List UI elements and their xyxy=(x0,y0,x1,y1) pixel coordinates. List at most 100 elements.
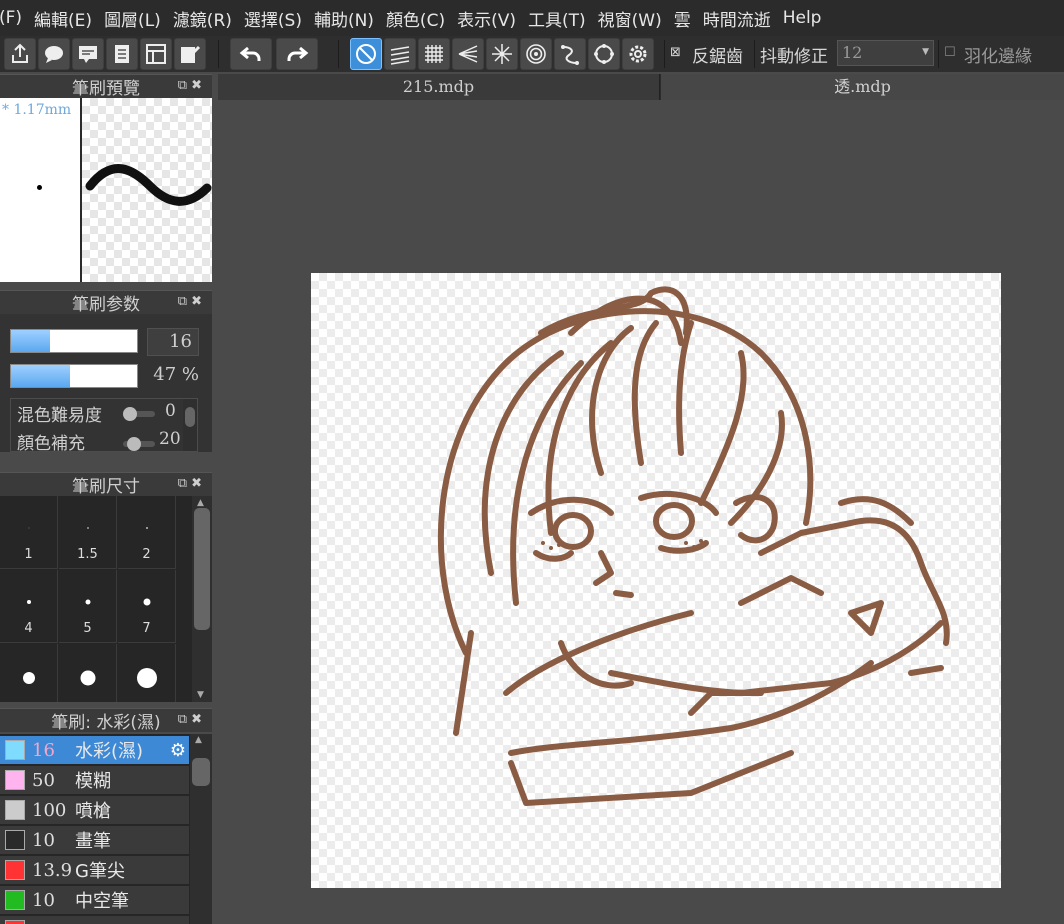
menu-window[interactable]: 視窗(W) xyxy=(598,6,674,31)
stabilizer-select[interactable]: 12 ▼ xyxy=(837,40,934,66)
menu-color[interactable]: 顏色(C) xyxy=(386,6,457,31)
edit-icon[interactable] xyxy=(174,38,206,70)
redo-icon[interactable] xyxy=(276,38,318,70)
size-value: 16 xyxy=(169,331,192,352)
size-slider[interactable] xyxy=(10,329,138,353)
fill-label: 顏色補充 xyxy=(17,434,85,452)
panel-buttons: ⧉✖ xyxy=(178,294,206,309)
slider-knob[interactable] xyxy=(127,437,141,451)
menu-filter[interactable]: 濾鏡(R) xyxy=(173,6,244,31)
menu-help[interactable]: Help xyxy=(783,8,834,28)
slider-fill xyxy=(11,365,70,387)
size-cell[interactable]: 7 xyxy=(118,570,176,643)
menu-edit[interactable]: 編輯(E) xyxy=(34,6,104,31)
brush-item[interactable]: 10 畫筆 xyxy=(0,826,189,855)
concentric-snap-icon[interactable] xyxy=(520,38,552,70)
comment-icon[interactable] xyxy=(72,38,104,70)
document-icon[interactable] xyxy=(106,38,138,70)
panel-buttons: ⧉✖ xyxy=(178,78,206,93)
snap-off-icon[interactable] xyxy=(350,38,382,70)
scroll-thumb[interactable] xyxy=(185,407,195,427)
chevron-up-icon[interactable]: ▲ xyxy=(197,498,204,508)
curve-snap-icon[interactable] xyxy=(554,38,586,70)
popout-icon[interactable]: ⧉ xyxy=(178,78,191,93)
chevron-up-icon[interactable]: ▲ xyxy=(195,735,202,745)
radial-snap-icon[interactable] xyxy=(486,38,518,70)
size-dot xyxy=(86,527,89,529)
antialias-label: 反鋸齒 xyxy=(692,47,743,67)
tab-transparent[interactable]: 透.mdp xyxy=(661,74,1064,100)
popout-icon[interactable]: ⧉ xyxy=(178,712,191,727)
size-cell[interactable]: 4 xyxy=(0,570,58,643)
size-label: 1.5 xyxy=(77,547,98,562)
menu-timelapse[interactable]: 時間流逝 xyxy=(703,6,783,31)
brush-swatch xyxy=(5,800,25,820)
opacity-slider[interactable] xyxy=(10,364,138,388)
blend-slider[interactable] xyxy=(123,407,155,421)
menu-select[interactable]: 選擇(S) xyxy=(244,6,314,31)
scroll-thumb[interactable] xyxy=(192,758,210,786)
undo-icon[interactable] xyxy=(230,38,272,70)
close-icon[interactable]: ✖ xyxy=(191,476,206,491)
feather-checkbox[interactable]: ☐ xyxy=(944,45,956,60)
size-label: 1 xyxy=(24,547,33,562)
size-cell[interactable] xyxy=(0,644,58,702)
param-scrollbar[interactable] xyxy=(183,399,197,451)
size-cell[interactable]: 1.5 xyxy=(59,496,117,569)
drawing-canvas[interactable] xyxy=(311,273,1001,888)
size-cell[interactable]: 5 xyxy=(59,570,117,643)
size-scrollbar[interactable]: ▲ ▼ xyxy=(192,496,212,702)
toolbar: ⊠ 反鋸齒 抖動修正 12 ▼ ☐ 羽化邊緣 xyxy=(0,36,1064,72)
size-cell[interactable]: 2 xyxy=(118,496,176,569)
opacity-value: 47 % xyxy=(153,364,199,385)
close-icon[interactable]: ✖ xyxy=(191,712,206,727)
brush-list-scrollbar[interactable]: ▲ xyxy=(190,734,212,924)
brush-item[interactable] xyxy=(0,916,189,924)
brush-item[interactable]: 10 中空筆 xyxy=(0,886,189,915)
close-icon[interactable]: ✖ xyxy=(191,294,206,309)
gear-icon[interactable]: ⚙ xyxy=(170,740,186,761)
size-cell[interactable] xyxy=(59,644,117,702)
antialias-checkbox[interactable]: ⊠ xyxy=(670,45,681,60)
grid-snap-icon[interactable] xyxy=(418,38,450,70)
circle-snap-icon[interactable] xyxy=(588,38,620,70)
scroll-thumb[interactable] xyxy=(194,508,210,630)
size-input[interactable]: 16 xyxy=(147,328,199,356)
menu-tool[interactable]: 工具(T) xyxy=(528,6,598,31)
speech-bubble-icon[interactable] xyxy=(38,38,70,70)
menu-view[interactable]: 表示(V) xyxy=(457,6,528,31)
brush-item[interactable]: 100 噴槍 xyxy=(0,796,189,825)
close-icon[interactable]: ✖ xyxy=(191,78,206,93)
slider-knob[interactable] xyxy=(123,407,137,421)
fill-slider[interactable] xyxy=(123,437,155,451)
export-icon[interactable] xyxy=(4,38,36,70)
popout-icon[interactable]: ⧉ xyxy=(178,476,191,491)
brush-item[interactable]: 16 水彩(濕) ⚙ xyxy=(0,736,189,765)
brush-name: 中空筆 xyxy=(75,891,129,912)
brush-swatch xyxy=(5,830,25,850)
layout-icon[interactable] xyxy=(140,38,172,70)
size-cell[interactable]: 1 xyxy=(0,496,58,569)
brush-size: 10 xyxy=(32,889,55,911)
panel-title: 筆刷預覽 xyxy=(72,79,140,99)
size-dot xyxy=(85,599,90,605)
panel-title: 筆刷: 水彩(濕) xyxy=(51,713,161,733)
menu-layer[interactable]: 圖層(L) xyxy=(104,6,173,31)
chevron-down-icon[interactable]: ▼ xyxy=(197,690,204,700)
param-list: 混色難易度 0 顏色補充 20 xyxy=(10,398,198,452)
panel-title: 筆刷参数 xyxy=(72,295,140,315)
menu-assist[interactable]: 輔助(N) xyxy=(314,6,386,31)
tab-215[interactable]: 215.mdp xyxy=(218,74,660,100)
menu-file[interactable]: (F) xyxy=(0,8,34,28)
size-label: 4 xyxy=(24,621,33,636)
size-cell[interactable] xyxy=(118,644,176,702)
brush-item[interactable]: 50 模糊 xyxy=(0,766,189,795)
size-label: 2 xyxy=(142,547,151,562)
menu-cloud[interactable]: 雲 xyxy=(674,6,703,31)
perspective-snap-icon[interactable] xyxy=(452,38,484,70)
size-label: 7 xyxy=(142,621,151,636)
popout-icon[interactable]: ⧉ xyxy=(178,294,191,309)
settings-icon[interactable] xyxy=(622,38,654,70)
brush-item[interactable]: 13.9 G筆尖 xyxy=(0,856,189,885)
parallel-snap-icon[interactable] xyxy=(384,38,416,70)
